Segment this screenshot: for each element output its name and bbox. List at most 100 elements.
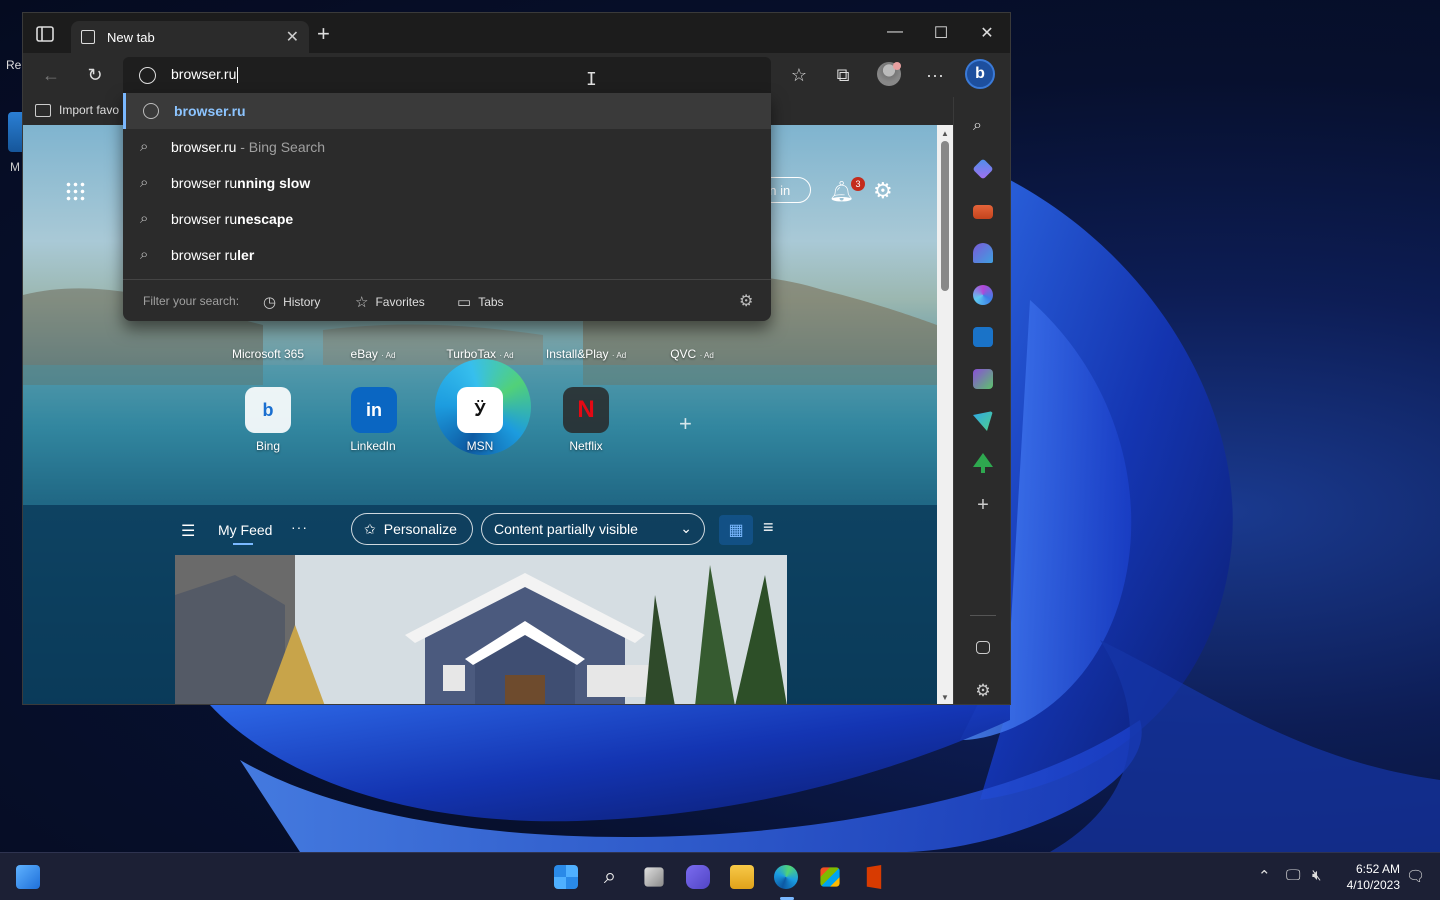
minimize-button[interactable]: —	[883, 23, 907, 41]
scroll-down-icon[interactable]: ▼	[941, 693, 949, 702]
show-hidden-icons-chevron-icon[interactable]: ⌃	[1258, 867, 1271, 885]
office-icon[interactable]	[866, 865, 882, 889]
windows-taskbar: ⌕ ⌃ 🖵︎ 🔇︎ 6:52 AM 4/10/2023 🗨︎	[0, 852, 1440, 900]
sidebar-microsoft365-icon[interactable]	[973, 285, 993, 305]
address-input-value: browser.ru	[171, 66, 237, 82]
feed-menu-icon[interactable]: ☰	[181, 521, 195, 541]
my-feed-tab[interactable]: My Feed	[218, 522, 272, 538]
hide-sidebar-icon[interactable]	[976, 641, 990, 654]
ad-tag: · Ad	[499, 351, 514, 360]
quick-link-qvc[interactable]: QVC · Ad	[642, 347, 742, 361]
scrollbar-thumb[interactable]	[941, 141, 949, 291]
favorites-star-icon: ☆	[355, 294, 369, 311]
grid-layout-icon[interactable]: ▦	[719, 515, 753, 545]
import-favorites-button[interactable]: Import favo	[35, 103, 119, 117]
favorites-star-icon[interactable]: ☆	[787, 63, 811, 87]
microsoft-store-icon[interactable]	[820, 867, 840, 887]
quick-link-ebay[interactable]: eBay · Ad	[323, 347, 423, 361]
page-scrollbar[interactable]: ▲ ▼	[937, 125, 953, 704]
personalize-button[interactable]: ✩ Personalize	[351, 513, 473, 545]
quick-link-microsoft365[interactable]: Microsoft 365	[218, 347, 318, 361]
suggestion-item[interactable]: ⌕ browser.ru - Bing Search	[123, 129, 771, 165]
system-clock[interactable]: 6:52 AM 4/10/2023	[1340, 861, 1400, 893]
tab-title: New tab	[107, 29, 155, 45]
tab-close-icon[interactable]: ✕	[286, 27, 299, 47]
suggestion-item[interactable]: ⌕ browser running slow	[123, 165, 771, 201]
search-icon: ⌕	[140, 210, 149, 227]
suggestion-highlight: nescape	[237, 211, 294, 227]
sidebar-drop-icon[interactable]	[973, 411, 993, 431]
suggestion-prefix: browser ru	[171, 211, 238, 227]
sidebar-settings-gear-icon[interactable]: ⚙	[973, 681, 993, 701]
notification-center-icon[interactable]: 🗨︎	[1406, 867, 1425, 885]
content-visibility-label: Content partially visible	[494, 521, 638, 537]
suggestion-item[interactable]: browser.ru	[123, 93, 771, 129]
search-icon: ⌕	[140, 174, 149, 191]
ad-tag: · Ad	[699, 351, 714, 360]
active-tab-indicator	[233, 543, 253, 545]
bing-chat-button[interactable]: b	[965, 59, 995, 89]
quick-link-installplay[interactable]: Install&Play · Ad	[536, 347, 636, 361]
quick-link-netflix-label: Netflix	[569, 439, 603, 453]
feed-more-icon[interactable]: ···	[291, 519, 308, 535]
filter-favorites-button[interactable]: ☆ Favorites	[355, 293, 425, 311]
content-visibility-dropdown[interactable]: Content partially visible ⌄	[481, 513, 705, 545]
add-quick-link-icon[interactable]: +	[679, 411, 692, 437]
file-explorer-icon[interactable]	[730, 865, 754, 889]
maximize-button[interactable]: ☐	[929, 23, 953, 43]
start-button-windows-icon[interactable]	[554, 865, 578, 889]
suggestion-settings-gear-icon[interactable]: ⚙	[739, 291, 753, 311]
new-tab-button[interactable]: +	[317, 23, 330, 45]
quick-link-label: Microsoft 365	[231, 347, 305, 361]
tab-actions-menu-icon[interactable]	[35, 25, 55, 43]
tab-new-tab[interactable]: New tab ✕	[71, 21, 309, 53]
collections-icon[interactable]: ⧉	[831, 63, 855, 87]
scroll-up-icon[interactable]: ▲	[941, 129, 949, 138]
edge-taskbar-icon[interactable]	[774, 865, 798, 889]
quick-link-netflix-icon[interactable]: N	[563, 387, 609, 433]
refresh-icon[interactable]: ↻	[83, 63, 107, 87]
globe-icon	[143, 103, 159, 119]
volume-muted-icon[interactable]: 🔇︎	[1312, 867, 1321, 884]
address-input[interactable]: browser.ru	[171, 66, 239, 84]
sidebar-designer-icon[interactable]	[973, 369, 993, 389]
suggestion-item[interactable]: ⌕ browser ruler	[123, 237, 771, 273]
widgets-icon[interactable]	[16, 865, 40, 889]
quick-link-label: QVC	[670, 347, 697, 361]
teams-chat-icon[interactable]	[686, 865, 710, 889]
suggestion-item[interactable]: ⌕ browser runescape	[123, 201, 771, 237]
house-photo	[175, 555, 787, 704]
quick-link-linkedin-icon[interactable]: in	[351, 387, 397, 433]
quick-link-bing-icon[interactable]: b	[245, 387, 291, 433]
filter-tabs-button[interactable]: ▭ Tabs	[457, 293, 504, 311]
sidebar-tools-briefcase-icon[interactable]	[973, 205, 993, 219]
desktop-shortcut-label: M	[10, 160, 20, 174]
edge-sidebar: ⌕ + ⚙	[953, 97, 1010, 704]
suggestion-prefix: browser ru	[171, 175, 238, 191]
sidebar-tree-icon[interactable]	[973, 453, 993, 473]
new-tab-page-icon	[81, 30, 95, 44]
sidebar-games-icon[interactable]	[973, 243, 993, 263]
sidebar-add-icon[interactable]: +	[973, 495, 993, 515]
search-filter-row: Filter your search: ◷ History ☆ Favorite…	[123, 279, 771, 321]
taskbar-search-icon[interactable]: ⌕	[598, 865, 622, 889]
filter-history-button[interactable]: ◷ History	[263, 293, 320, 311]
back-arrow-icon[interactable]: ←	[39, 63, 63, 87]
quick-link-msn-icon[interactable]: Ӱ	[457, 387, 503, 433]
quick-link-bing-label: Bing	[255, 439, 281, 453]
feed-article-image[interactable]	[175, 555, 787, 704]
more-options-icon[interactable]: ···	[923, 63, 947, 87]
task-view-icon[interactable]	[644, 867, 664, 887]
sidebar-outlook-icon[interactable]	[973, 327, 993, 347]
filter-favorites-label: Favorites	[375, 295, 425, 309]
close-window-button[interactable]: ✕	[975, 23, 999, 43]
list-layout-icon[interactable]: ≡	[763, 517, 774, 538]
desktop-icon-label[interactable]: Re	[6, 58, 21, 72]
page-settings-gear-icon[interactable]: ⚙	[873, 178, 893, 204]
apps-launcher-icon[interactable]	[65, 181, 85, 201]
import-icon	[35, 103, 51, 117]
network-icon[interactable]: 🖵︎	[1286, 867, 1300, 884]
address-bar[interactable]: browser.ru	[123, 57, 771, 93]
sidebar-shopping-tag-icon[interactable]	[972, 158, 994, 180]
sidebar-search-icon[interactable]: ⌕	[973, 117, 993, 137]
